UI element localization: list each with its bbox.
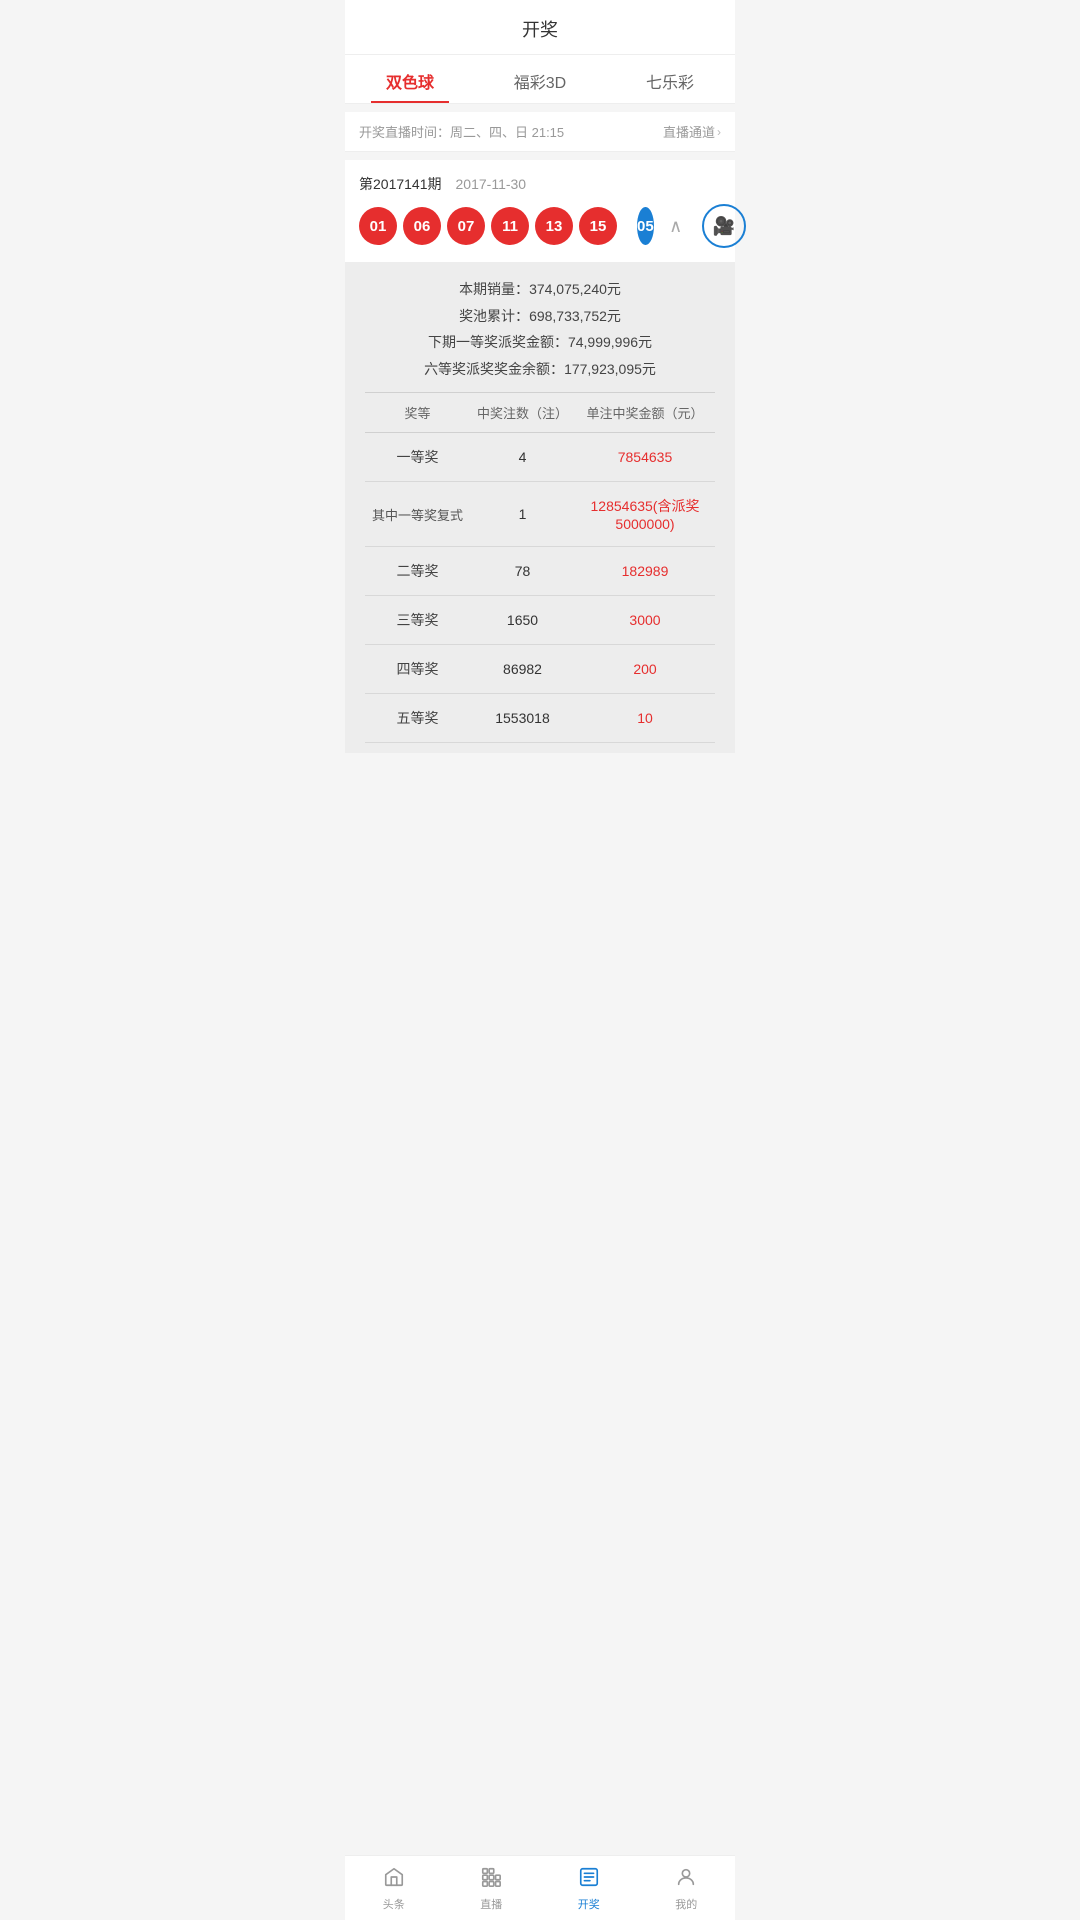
video-camera-icon: 🎥 [712,216,734,237]
prize-count-1-sub: 1 [470,506,575,522]
ball-red-6: 15 [579,207,617,245]
prize-count-1: 4 [470,449,575,465]
prize-name-5: 五等奖 [365,708,470,728]
prize-amount-5: 10 [575,710,715,726]
prize-row-4: 四等奖 86982 200 [365,645,715,694]
prize-amount-3: 3000 [575,612,715,628]
prize-count-5: 1553018 [470,710,575,726]
prize-name-1-sub: 其中一等奖复式 [365,505,470,524]
bottom-nav: 头条 直播 开奖 [345,1855,735,1920]
ball-red-4: 11 [491,207,529,245]
prize-name-1: 一等奖 [365,447,470,467]
nav-mine[interactable]: 我的 [638,1856,736,1920]
collapse-button[interactable]: ∧ [660,210,692,242]
draw-date: 2017-11-30 [456,176,527,192]
prize-amount-1-sub: 12854635(含派奖5000000) [575,496,715,532]
page-title: 开奖 [522,20,558,40]
prize-row-2: 二等奖 78 182989 [365,547,715,596]
pool-row: 奖池累计：698,733,752元 [365,303,715,330]
detail-panel: 本期销量：374,075,240元 奖池累计：698,733,752元 下期一等… [345,262,735,753]
prize-amount-2: 182989 [575,563,715,579]
video-button[interactable]: 🎥 [702,204,746,248]
chevron-right-icon: › [717,125,721,139]
prize-count-2: 78 [470,563,575,579]
next-first-row: 下期一等奖派奖金额：74,999,996元 [365,329,715,356]
ball-red-2: 06 [403,207,441,245]
prize-row-1-sub: 其中一等奖复式 1 12854635(含派奖5000000) [365,482,715,547]
draw-balls-row: 01 06 07 11 13 15 05 ∧ [359,204,721,262]
header: 开奖 [345,0,735,55]
ball-red-5: 13 [535,207,573,245]
nav-headline-label: 头条 [383,1896,405,1912]
tab-qilecai[interactable]: 七乐彩 [605,55,735,103]
prize-amount-1: 7854635 [575,449,715,465]
live-icon [480,1866,502,1892]
tab-shuangseqiu[interactable]: 双色球 [345,55,475,103]
person-icon [675,1866,697,1892]
prize-amount-4: 200 [575,661,715,677]
ball-red-1: 01 [359,207,397,245]
prize-row-5: 五等奖 1553018 10 [365,694,715,743]
prize-count-3: 1650 [470,612,575,628]
nav-lottery[interactable]: 开奖 [540,1856,638,1920]
lottery-icon [578,1866,600,1892]
draw-meta: 第2017141期 2017-11-30 [359,174,721,194]
prize-row-3: 三等奖 1650 3000 [365,596,715,645]
broadcast-channel-link[interactable]: 直播通道 › [663,122,721,141]
draw-period: 第2017141期 [359,174,442,194]
tab-fucai3d[interactable]: 福彩3D [475,55,605,103]
home-icon [383,1866,405,1892]
sales-row: 本期销量：374,075,240元 [365,276,715,303]
col-header-amount: 单注中奖金额（元） [575,403,715,422]
prize-count-4: 86982 [470,661,575,677]
red-balls-group: 01 06 07 11 13 15 [359,207,617,245]
nav-live[interactable]: 直播 [443,1856,541,1920]
draw-actions: ∧ 🎥 [660,204,746,248]
ball-blue: 05 [637,207,654,245]
draw-section: 第2017141期 2017-11-30 01 06 07 11 13 15 [345,160,735,262]
nav-headline[interactable]: 头条 [345,1856,443,1920]
prize-table-header: 奖等 中奖注数（注） 单注中奖金额（元） [365,392,715,433]
broadcast-time: 开奖直播时间：周二、四、日 21:15 [359,122,564,141]
prize-name-3: 三等奖 [365,610,470,630]
nav-live-label: 直播 [480,1896,502,1912]
ball-red-3: 07 [447,207,485,245]
broadcast-bar: 开奖直播时间：周二、四、日 21:15 直播通道 › [345,112,735,152]
nav-mine-label: 我的 [675,1896,697,1912]
prize-name-4: 四等奖 [365,659,470,679]
sixth-remain-row: 六等奖派奖奖金余额：177,923,095元 [365,356,715,383]
nav-lottery-label: 开奖 [578,1896,600,1912]
tabs-bar: 双色球 福彩3D 七乐彩 [345,55,735,104]
prize-row-1: 一等奖 4 7854635 [365,433,715,482]
chevron-up-icon: ∧ [669,216,682,237]
prize-name-2: 二等奖 [365,561,470,581]
col-header-prize: 奖等 [365,403,470,422]
col-header-count: 中奖注数（注） [470,403,575,422]
detail-stats: 本期销量：374,075,240元 奖池累计：698,733,752元 下期一等… [365,276,715,382]
